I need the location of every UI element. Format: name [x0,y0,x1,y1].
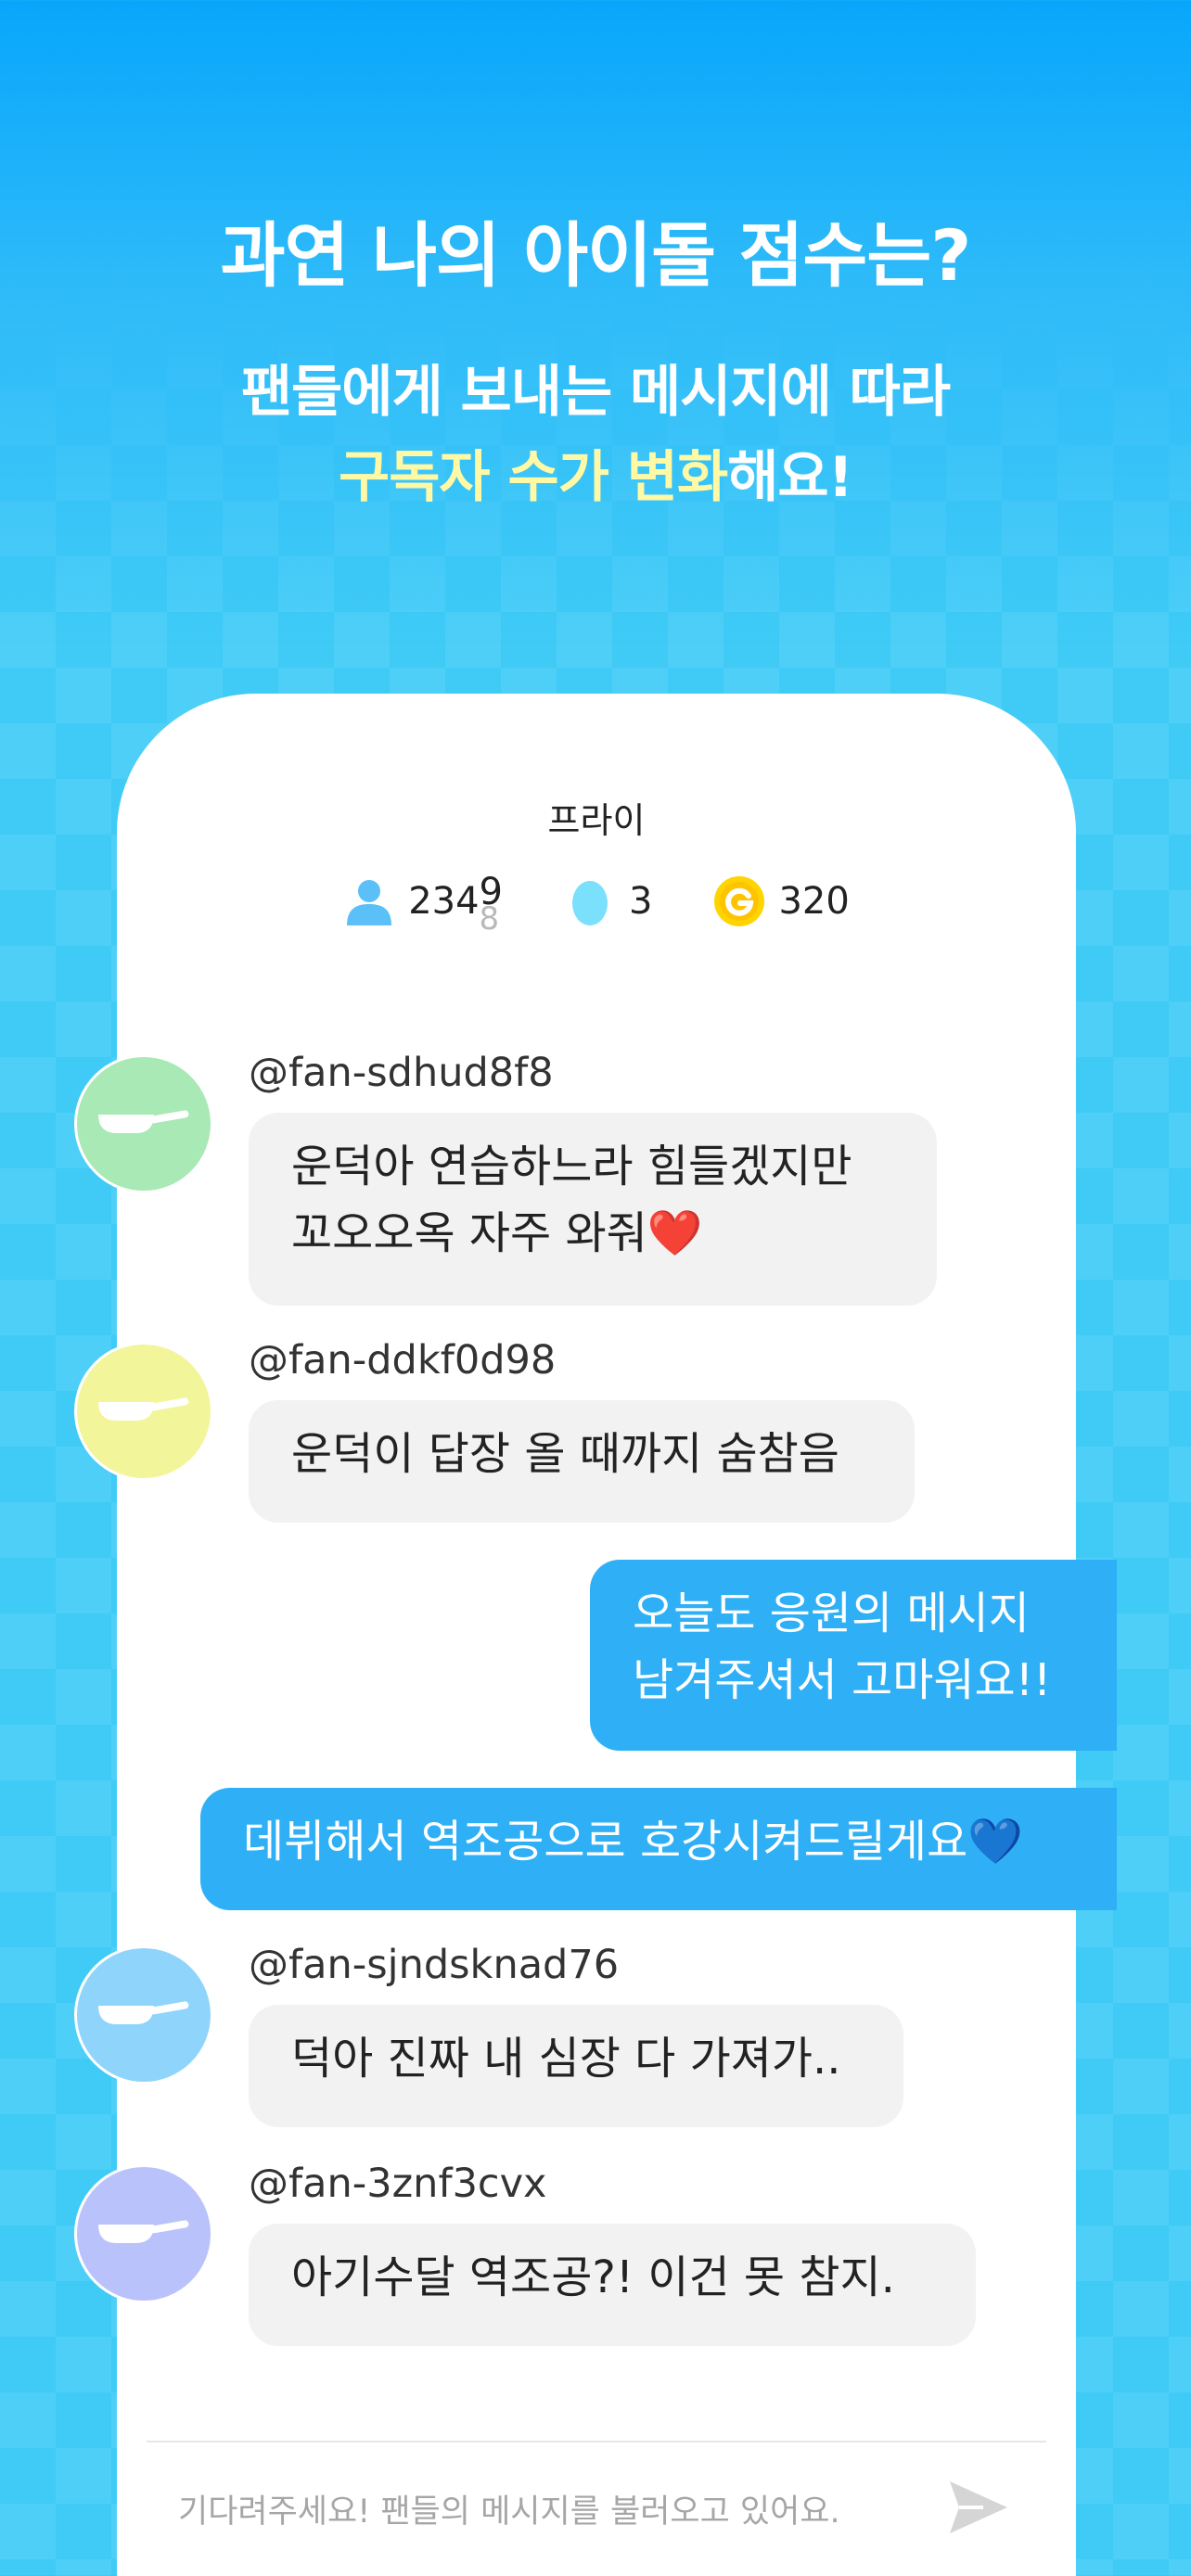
hero-subtitle-rest: 해요! [727,445,853,511]
hero: 과연 나의 아이돌 점수는? 팬들에게 보내는 메시지에 따라 구독자 수가 변… [0,213,1191,520]
subscriber-value: 2349 8 [408,871,503,937]
message-line: 아기수달 역조공?! 이건 못 참지. [291,2251,895,2303]
message-line: 덕아 진짜 내 심장 다 가져가.. [291,2033,841,2085]
frying-pan-icon [98,2220,189,2243]
fan-message-bubble: 운덕이 답장 올 때까지 숨참음 [249,1400,915,1523]
fan-avatar[interactable] [74,2164,213,2303]
fan-handle[interactable]: @fan-ddkf0d98 [249,1337,556,1384]
input-divider [147,2441,1046,2442]
fan-handle[interactable]: @fan-sdhud8f8 [249,1050,554,1096]
frying-pan-icon [98,2001,189,2024]
send-icon [950,2481,1007,2533]
hero-subtitle: 팬들에게 보내는 메시지에 따라 구독자 수가 변화해요! [0,350,1191,520]
frying-pan-icon [98,1397,189,1421]
reply-line: 데뷔해서 역조공으로 호강시켜드릴게요💙 [243,1816,1024,1868]
fan-avatar[interactable] [74,1342,213,1481]
idol-reply-bubble: 데뷔해서 역조공으로 호강시켜드릴게요💙 [200,1788,1117,1910]
subscriber-digit-next: 8 [479,900,500,937]
hero-title: 과연 나의 아이돌 점수는? [220,214,972,297]
fan-handle[interactable]: @fan-sjndsknad76 [249,1942,619,1988]
subscriber-count: 2349 8 [343,871,503,937]
fan-message-bubble: 아기수달 역조공?! 이건 못 참지. [249,2224,976,2346]
message-line: 운덕이 답장 올 때까지 숨참음 [291,1428,839,1480]
subscriber-rolling-digit: 98 [480,871,503,937]
drop-value: 3 [629,880,653,923]
subscriber-prefix: 234 [408,880,480,923]
fan-handle[interactable]: @fan-3znf3cvx [249,2161,546,2207]
fan-message-bubble: 덕아 진짜 내 심장 다 가져가.. [249,2005,903,2127]
hero-subtitle-line1: 팬들에게 보내는 메시지에 따라 [240,360,951,426]
message-input[interactable]: 기다려주세요! 팬들의 메시지를 불러오고 있어요. [178,2485,840,2532]
reply-line: 남겨주셔서 고마워요!! [633,1654,1052,1706]
channel-stats: 2349 8 3 320 [117,871,1076,937]
reply-line: 오늘도 응원의 메시지 [633,1588,1030,1639]
channel-name: 프라이 [547,800,646,841]
coin-value: 320 [778,880,850,923]
drop-icon [564,875,616,927]
hero-subtitle-line2: 구독자 수가 변화해요! [0,435,1191,520]
fan-message-bubble: 운덕아 연습하느라 힘들겠지만 꼬오오옥 자주 와줘❤️ [249,1113,937,1306]
person-icon [343,875,395,927]
send-button[interactable] [946,2478,1011,2537]
frying-pan-icon [98,1110,189,1133]
message-line: 꼬오오옥 자주 와줘❤️ [291,1207,703,1259]
coin-count: 320 [713,875,850,927]
fan-avatar[interactable] [74,1945,213,2085]
message-line: 운덕아 연습하느라 힘들겠지만 [291,1141,852,1192]
idol-reply-bubble: 오늘도 응원의 메시지 남겨주셔서 고마워요!! [590,1560,1117,1751]
hero-highlight: 구독자 수가 변화 [339,445,728,511]
drop-count: 3 [564,875,652,927]
fan-avatar[interactable] [74,1054,213,1193]
coin-icon [713,875,765,927]
